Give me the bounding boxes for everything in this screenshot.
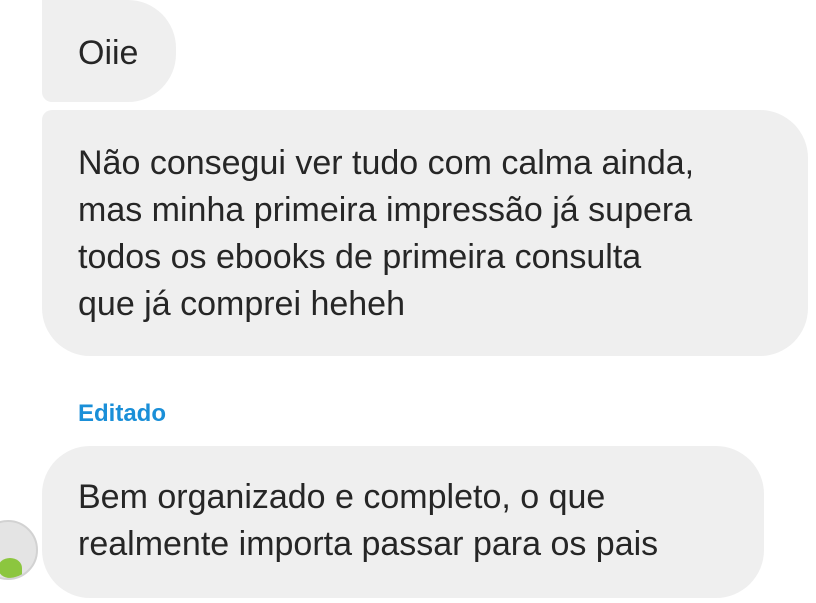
message-text: mas minha primeira impressão já supera xyxy=(78,191,693,229)
message-text: todos os ebooks de primeira consulta xyxy=(78,238,642,276)
message-text: realmente importa passar para os pais xyxy=(78,525,659,563)
message-text: que já comprei heheh xyxy=(78,285,406,323)
message-bubble[interactable]: Bem organizado e completo, o que realmen… xyxy=(42,446,764,598)
chat-thread: Oiie Não consegui ver tudo com calma ain… xyxy=(0,0,816,603)
message-text: Não consegui ver tudo com calma ainda, xyxy=(78,144,695,182)
message-text: Bem organizado e completo, o que xyxy=(78,478,606,516)
message-bubble[interactable]: Oiie xyxy=(42,0,176,102)
avatar-leaf-icon xyxy=(0,558,22,578)
message-bubble[interactable]: Não consegui ver tudo com calma ainda, m… xyxy=(42,110,808,356)
message-text: Oiie xyxy=(78,34,139,72)
sender-avatar[interactable] xyxy=(0,520,38,580)
edited-label: Editado xyxy=(78,400,166,427)
